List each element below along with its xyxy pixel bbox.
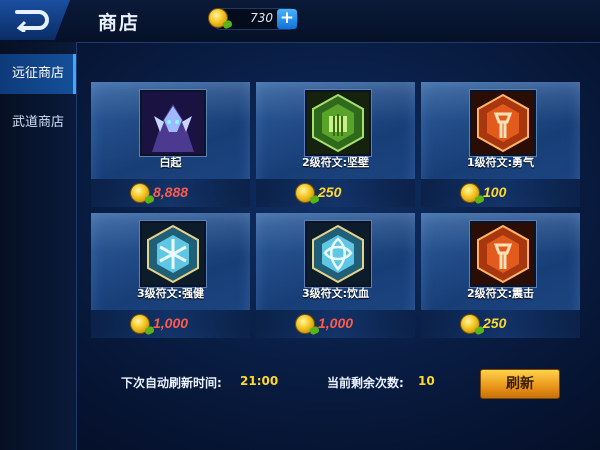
remaining-refreshes: 10 bbox=[418, 374, 435, 388]
sidebar: 远征商店 武道商店 bbox=[0, 42, 77, 450]
gold-coin-icon bbox=[209, 9, 227, 27]
price-bar: 250 bbox=[421, 310, 580, 338]
item-name: 白起 bbox=[159, 156, 182, 169]
item-price: 250 bbox=[483, 315, 507, 331]
shop-item-card[interactable]: 3级符文:强健 1,000 bbox=[91, 213, 250, 338]
tab-martial-shop[interactable]: 武道商店 bbox=[0, 103, 76, 143]
item-name: 2级符文:震击 bbox=[466, 287, 535, 300]
item-name: 1级符文:勇气 bbox=[466, 156, 535, 169]
top-bar: 商店 730 + bbox=[0, 0, 600, 43]
gold-coin-icon bbox=[461, 315, 479, 333]
page-title: 商店 bbox=[98, 13, 141, 34]
gold-coin-icon bbox=[131, 184, 149, 202]
shop-item-card[interactable]: 1级符文:勇气 100 bbox=[421, 82, 580, 207]
item-price: 1,000 bbox=[153, 315, 189, 331]
price-bar: 100 bbox=[421, 179, 580, 207]
item-name: 3级符文:饮血 bbox=[301, 287, 370, 300]
item-price: 100 bbox=[483, 184, 507, 200]
shop-item-card[interactable]: 3级符文:饮血 1,000 bbox=[256, 213, 415, 338]
price-bar: 250 bbox=[256, 179, 415, 207]
remaining-refreshes-label: 当前剩余次数: bbox=[327, 376, 404, 390]
plus-icon: + bbox=[279, 8, 295, 28]
item-name: 2级符文:坚壁 bbox=[301, 156, 370, 169]
price-bar: 1,000 bbox=[256, 310, 415, 338]
add-coins-button[interactable]: + bbox=[277, 9, 297, 29]
coin-count: 730 bbox=[250, 11, 273, 25]
item-price: 250 bbox=[318, 184, 342, 200]
blue-rune-icon bbox=[139, 221, 206, 287]
tab-expedition-shop[interactable]: 远征商店 bbox=[0, 54, 76, 94]
blue-rune-icon bbox=[304, 221, 371, 287]
shop-item-card[interactable]: 2级符文:震击 250 bbox=[421, 213, 580, 338]
shop-item-card[interactable]: 白起 8,888 bbox=[91, 82, 250, 207]
back-arrow-icon bbox=[15, 10, 49, 32]
coin-balance: 730 + bbox=[209, 8, 298, 30]
back-button[interactable] bbox=[0, 0, 70, 40]
refresh-time-label: 下次自动刷新时间: bbox=[121, 376, 222, 390]
green-rune-icon bbox=[304, 90, 371, 156]
shop-item-card[interactable]: 2级符文:坚壁 250 bbox=[256, 82, 415, 207]
refresh-time: 21:00 bbox=[240, 374, 279, 388]
item-price: 1,000 bbox=[318, 315, 354, 331]
hero-baiqi-icon bbox=[139, 90, 206, 156]
gold-coin-icon bbox=[461, 184, 479, 202]
price-bar: 1,000 bbox=[91, 310, 250, 338]
gold-coin-icon bbox=[296, 184, 314, 202]
gold-coin-icon bbox=[296, 315, 314, 333]
item-price: 8,888 bbox=[153, 184, 189, 200]
item-name: 3级符文:强健 bbox=[136, 287, 205, 300]
refresh-button[interactable]: 刷新 bbox=[480, 369, 560, 399]
red-rune-icon bbox=[469, 90, 536, 156]
red-rune-icon bbox=[469, 221, 536, 287]
gold-coin-icon bbox=[131, 315, 149, 333]
price-bar: 8,888 bbox=[91, 179, 250, 207]
